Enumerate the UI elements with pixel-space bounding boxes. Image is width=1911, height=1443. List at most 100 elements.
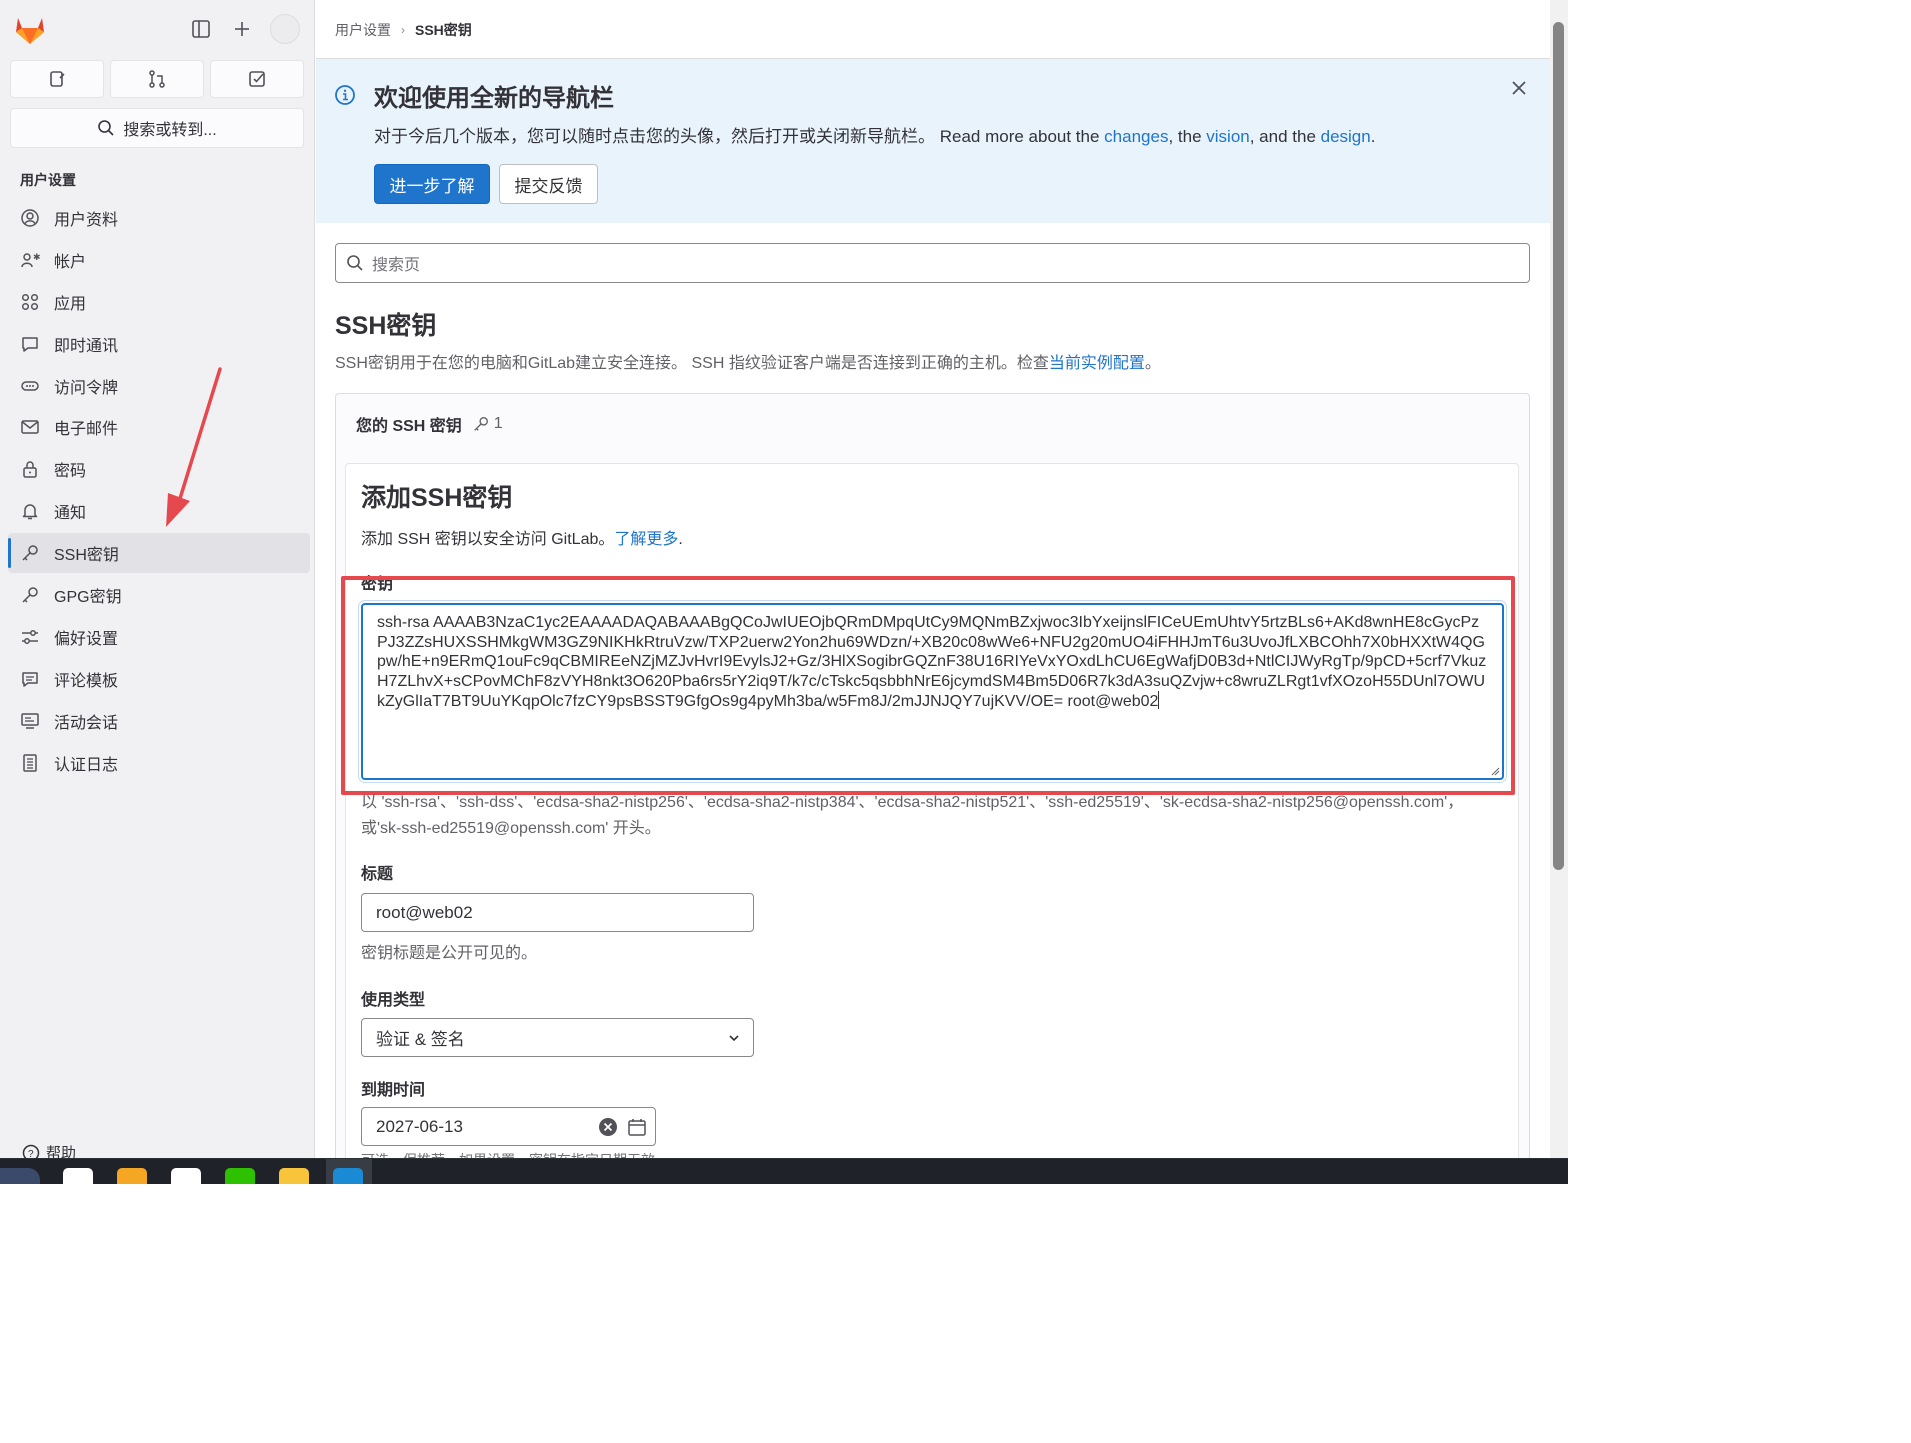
todo-button[interactable]: [210, 60, 304, 98]
key-count: 1: [472, 415, 503, 433]
folder-app-icon[interactable]: [279, 1168, 309, 1184]
banner-text-prefix: 对于今后几个版本，您可以随时点击您的头像，然后打开或关闭新导航栏。 Read m…: [374, 127, 1105, 146]
chevron-down-icon: [729, 1035, 739, 1042]
breadcrumb-separator-icon: ›: [401, 23, 405, 37]
wechat-app-icon[interactable]: [225, 1168, 255, 1184]
text-editor-app-icon[interactable]: [63, 1168, 93, 1184]
key-help-text: 以 'ssh-rsa'、'ssh-dss'、'ecdsa-sha2-nistp2…: [361, 794, 1464, 837]
sidebar-item-label: 密码: [54, 463, 87, 481]
todo-icon: [249, 71, 265, 87]
add-key-desc-suffix: .: [678, 531, 683, 548]
sidebar-item-emails[interactable]: 电子邮件: [8, 407, 310, 447]
svg-text:✱: ✱: [33, 252, 40, 262]
learn-more-button[interactable]: 进一步了解: [374, 164, 490, 204]
banner-sep-2: , and the: [1249, 127, 1321, 146]
resize-handle-icon[interactable]: [1490, 766, 1500, 776]
expires-date-input[interactable]: 2027-06-13: [361, 1107, 656, 1146]
usage-type-select[interactable]: 验证 & 签名: [361, 1018, 754, 1057]
usage-type-value: 验证 & 签名: [376, 1030, 465, 1049]
key-textarea-value: ssh-rsa AAAAB3NzaC1yc2EAAAADAQABAAABgQCo…: [377, 614, 1487, 711]
mail-icon: [20, 417, 40, 437]
sidebar-item-label: 应用: [54, 295, 87, 313]
applications-icon: [20, 292, 40, 312]
start-icon[interactable]: [0, 1168, 40, 1184]
add-key-title: 添加SSH密钥: [361, 484, 513, 512]
page-search-placeholder: 搜索页: [372, 257, 421, 274]
expires-help-text: 可选。保推荐。如果设置，密钥在指定日期无效。: [361, 1150, 669, 1158]
avatar[interactable]: [270, 14, 300, 44]
breadcrumb-current: SSH密钥: [415, 22, 472, 38]
sidebar-item-account[interactable]: ✱ 帐户: [8, 240, 310, 280]
changes-link[interactable]: changes: [1104, 127, 1168, 146]
close-icon[interactable]: [1508, 78, 1530, 100]
page-desc-prefix: SSH密钥用于在您的电脑和GitLab建立安全连接。 SSH 指纹验证客户端是否…: [335, 355, 1049, 372]
search-or-goto-button[interactable]: 搜索或转到...: [10, 108, 304, 148]
sidebar-item-ssh-keys[interactable]: SSH密钥: [8, 533, 310, 574]
merge-requests-button[interactable]: [110, 60, 204, 98]
ssh-keys-card-header: 您的 SSH 密钥 1: [356, 412, 503, 436]
key-count-value: 1: [493, 415, 503, 432]
design-link[interactable]: design: [1321, 127, 1371, 146]
banner-suffix: .: [1370, 127, 1376, 146]
gitlab-logo-icon[interactable]: [12, 12, 48, 46]
learn-more-link[interactable]: 了解更多: [614, 531, 678, 548]
sidebar-item-notifications[interactable]: 通知: [8, 491, 310, 531]
issues-button[interactable]: [10, 60, 104, 98]
page-search-input[interactable]: 搜索页: [335, 243, 1530, 283]
sidebar-item-profile[interactable]: 用户资料: [8, 198, 310, 238]
submit-feedback-button[interactable]: 提交反馈: [499, 164, 598, 204]
add-key-description: 添加 SSH 密钥以安全访问 GitLab。了解更多.: [361, 525, 683, 549]
profile-icon: [20, 208, 40, 228]
sidebar-item-label: 认证日志: [54, 756, 119, 774]
sidebar-toggle-icon[interactable]: [188, 16, 214, 42]
sidebar-item-auth-log[interactable]: 认证日志: [8, 743, 310, 783]
sidebar-item-chat[interactable]: 即时通讯: [8, 324, 310, 364]
banner-text: 对于今后几个版本，您可以随时点击您的头像，然后打开或关闭新导航栏。 Read m…: [374, 122, 1375, 147]
calendar-icon[interactable]: [627, 1117, 647, 1137]
plus-icon[interactable]: [229, 16, 255, 42]
issues-icon: [50, 71, 65, 87]
browser-app-icon[interactable]: [333, 1168, 363, 1184]
sidebar-item-comment-templates[interactable]: 评论模板: [8, 659, 310, 699]
key-textarea[interactable]: ssh-rsa AAAAB3NzaC1yc2EAAAADAQABAAABgQCo…: [361, 603, 1504, 780]
chat-icon: [20, 334, 40, 354]
sidebar-item-label: 活动会话: [54, 714, 119, 732]
sidebar-item-label: 用户资料: [54, 212, 119, 229]
instance-config-link[interactable]: 当前实例配置: [1049, 355, 1145, 372]
sidebar-item-password[interactable]: 密码: [8, 449, 310, 489]
comment-template-icon: [20, 669, 40, 689]
expires-label: 到期时间: [361, 1082, 426, 1099]
sidebar-item-label: 通知: [54, 505, 87, 523]
key-icon: [474, 417, 488, 431]
app-icon[interactable]: [171, 1168, 201, 1184]
sidebar-item-label: 电子邮件: [54, 421, 119, 439]
account-icon: ✱: [20, 250, 40, 270]
sidebar-item-label: SSH密钥: [54, 547, 119, 565]
sidebar-item-gpg-keys[interactable]: GPG密钥: [8, 575, 310, 615]
key-icon: [20, 585, 40, 605]
sidebar-item-active-sessions[interactable]: 活动会话: [8, 701, 310, 741]
title-input-value: root@web02: [376, 902, 473, 922]
sidebar-item-preferences[interactable]: 偏好设置: [8, 617, 310, 657]
sidebar-item-label: 偏好设置: [54, 630, 119, 648]
scrollbar-thumb[interactable]: [1553, 22, 1564, 870]
vision-link[interactable]: vision: [1206, 127, 1249, 146]
title-help-text: 密钥标题是公开可见的。: [361, 945, 538, 962]
title-input[interactable]: root@web02: [361, 893, 754, 932]
sidebar-item-label: 评论模板: [54, 672, 119, 690]
clear-icon[interactable]: [598, 1117, 618, 1137]
search-button-label: 搜索或转到...: [123, 122, 217, 139]
card-title: 您的 SSH 密钥: [356, 418, 462, 435]
banner-title: 欢迎使用全新的导航栏: [374, 85, 614, 112]
preferences-icon: [20, 627, 40, 647]
breadcrumb-parent[interactable]: 用户设置: [335, 20, 391, 40]
bell-icon: [20, 501, 40, 521]
app-icon[interactable]: [117, 1168, 147, 1184]
expires-value: 2027-06-13: [376, 1116, 463, 1136]
nav-list: 用户资料 ✱ 帐户 应用 即时通讯 访问令牌 电子邮件 密码 通知 SSH密钥 …: [8, 198, 310, 784]
sidebar-item-applications[interactable]: 应用: [8, 282, 310, 322]
sidebar-item-access-tokens[interactable]: 访问令牌: [8, 366, 310, 406]
page-description: SSH密钥用于在您的电脑和GitLab建立安全连接。 SSH 指纹验证客户端是否…: [335, 349, 1161, 373]
key-label: 密钥: [361, 576, 394, 593]
token-icon: [20, 376, 40, 396]
